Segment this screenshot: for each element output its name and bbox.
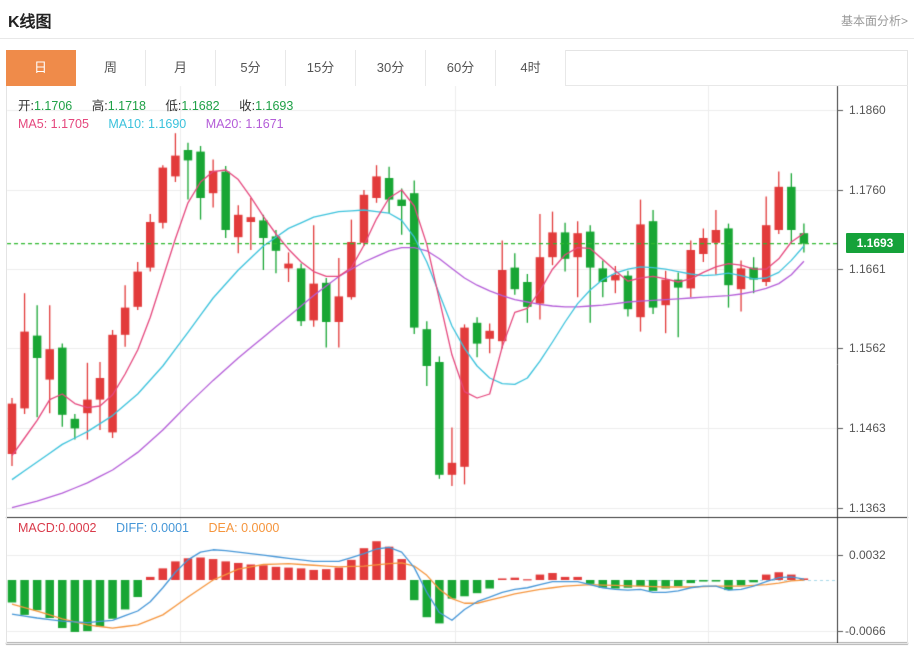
low-readout: 低:1.1682: [165, 99, 219, 113]
macd-tick-label: 0.0032: [849, 548, 909, 562]
low-label: 低:: [165, 99, 181, 113]
page-title: K线图: [8, 8, 52, 32]
close-readout: 收:1.1693: [239, 99, 293, 113]
price-tick-label: 1.1860: [849, 103, 909, 117]
tab-day[interactable]: 日: [6, 50, 76, 86]
ma5-readout: MA5: 1.1705: [18, 117, 89, 131]
high-readout: 高:1.1718: [92, 99, 146, 113]
diff-value: 0.0001: [151, 521, 189, 535]
tab-4hour[interactable]: 4时: [496, 50, 566, 86]
ma5-label: MA5:: [18, 117, 47, 131]
ma10-readout: MA10: 1.1690: [108, 117, 186, 131]
ma20-readout: MA20: 1.1671: [206, 117, 284, 131]
open-label: 开:: [18, 99, 34, 113]
price-tick-label: 1.1760: [849, 183, 909, 197]
dea-value: 0.0000: [241, 521, 279, 535]
tab-60min[interactable]: 60分: [426, 50, 496, 86]
tab-month[interactable]: 月: [146, 50, 216, 86]
kline-widget: K线图 基本面分析> 日 周 月 5分 15分 30分 60分 4时 开:1.1…: [0, 0, 914, 647]
chart-outer-border: [6, 50, 908, 644]
close-label: 收:: [239, 99, 255, 113]
tab-30min[interactable]: 30分: [356, 50, 426, 86]
high-label: 高:: [92, 99, 108, 113]
dea-label: DEA:: [208, 521, 237, 535]
ma-readout: MA5: 1.1705 MA10: 1.1690 MA20: 1.1671: [18, 117, 300, 131]
low-value: 1.1682: [181, 99, 219, 113]
diff-value-readout: DIFF: 0.0001: [116, 521, 189, 535]
ma10-label: MA10:: [108, 117, 144, 131]
high-value: 1.1718: [108, 99, 146, 113]
current-price-tag: 1.1693: [846, 233, 904, 253]
tab-5min[interactable]: 5分: [216, 50, 286, 86]
dea-value-readout: DEA: 0.0000: [208, 521, 279, 535]
price-tick-label: 1.1661: [849, 262, 909, 276]
open-readout: 开:1.1706: [18, 99, 72, 113]
macd-value: 0.0002: [58, 521, 96, 535]
ma20-value: 1.1671: [245, 117, 283, 131]
macd-tick-label: -0.0066: [845, 624, 905, 638]
price-tick-label: 1.1463: [849, 421, 909, 435]
tab-week[interactable]: 周: [76, 50, 146, 86]
macd-label: MACD:: [18, 521, 58, 535]
tab-15min[interactable]: 15分: [286, 50, 356, 86]
price-tick-label: 1.1562: [849, 341, 909, 355]
ma5-value: 1.1705: [51, 117, 89, 131]
ohlc-readout: 开:1.1706 高:1.1718 低:1.1682 收:1.1693: [18, 95, 309, 114]
header-divider: [0, 38, 914, 39]
macd-readout: MACD:0.0002 DIFF: 0.0001 DEA: 0.0000: [18, 521, 295, 535]
close-value: 1.1693: [255, 99, 293, 113]
interval-tabstrip: 日 周 月 5分 15分 30分 60分 4时: [6, 50, 908, 86]
fundamental-analysis-link[interactable]: 基本面分析>: [841, 12, 908, 29]
price-tick-label: 1.1363: [849, 501, 909, 515]
ma20-label: MA20:: [206, 117, 242, 131]
open-value: 1.1706: [34, 99, 72, 113]
macd-value-readout: MACD:0.0002: [18, 521, 97, 535]
ma10-value: 1.1690: [148, 117, 186, 131]
diff-label: DIFF:: [116, 521, 147, 535]
